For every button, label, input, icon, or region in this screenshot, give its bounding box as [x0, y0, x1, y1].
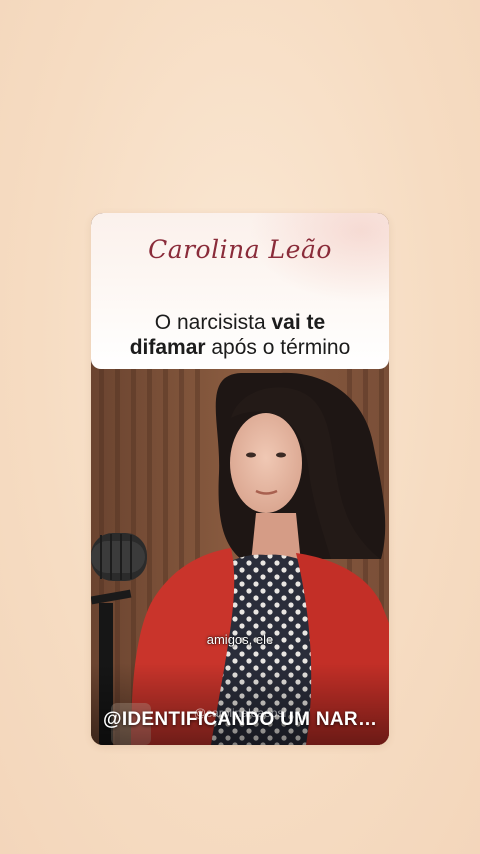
eye-right: [276, 452, 286, 458]
post-headline: O narcisista vai te difamar após o térmi…: [101, 310, 379, 360]
brand-logo: Carolina Leão: [148, 235, 332, 264]
eye-left: [246, 452, 256, 458]
video-scene: [91, 363, 389, 745]
video-frame[interactable]: [91, 363, 389, 745]
face: [230, 413, 302, 513]
microphone: [91, 533, 147, 581]
page-background: Carolina Leão O narcisista vai te difama…: [0, 0, 480, 854]
headline-bold-1: vai te: [271, 311, 326, 334]
bottom-gradient: [91, 663, 389, 745]
post-header: Carolina Leão O narcisista vai te difama…: [91, 213, 389, 369]
video-subtitle: amigos, ele: [206, 632, 274, 647]
headline-text-1: O narcisista: [154, 311, 272, 334]
headline-text-2: após o término: [205, 336, 351, 359]
headline-bold-2: difamar: [129, 336, 206, 359]
watermark-handle: @carolinaleaopsi: [193, 706, 287, 720]
post-card[interactable]: Carolina Leão O narcisista vai te difama…: [91, 213, 389, 745]
